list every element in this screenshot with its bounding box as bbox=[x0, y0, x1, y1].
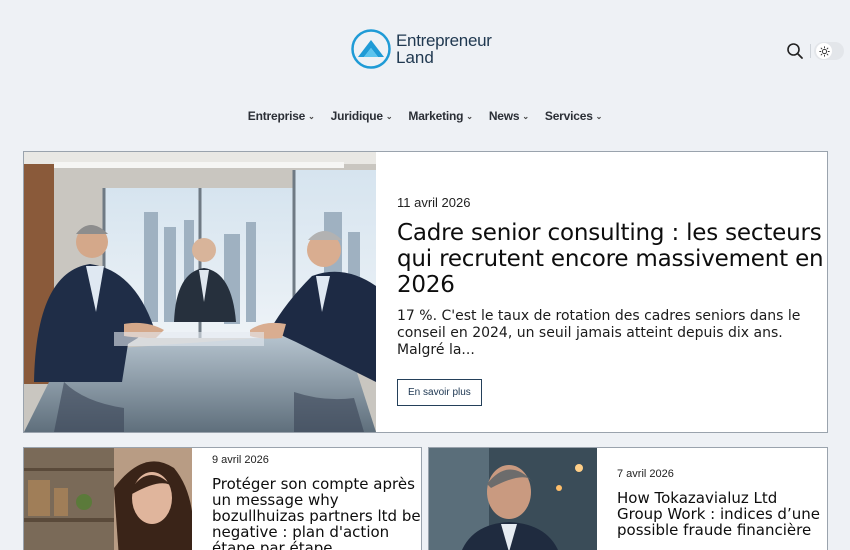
nav-label: Marketing bbox=[408, 109, 464, 123]
header-divider bbox=[810, 44, 811, 58]
brand-name-line1: Entrepreneur bbox=[396, 31, 492, 50]
chevron-down-icon: ⌄ bbox=[385, 111, 393, 121]
nav-label: Juridique bbox=[330, 109, 383, 123]
nav-item-news[interactable]: News ⌄ bbox=[489, 109, 529, 123]
nav-item-marketing[interactable]: Marketing ⌄ bbox=[408, 109, 473, 123]
sun-icon bbox=[818, 45, 830, 57]
meeting-photo bbox=[24, 152, 376, 432]
chevron-down-icon: ⌄ bbox=[308, 111, 315, 121]
nav-label: Services bbox=[544, 109, 593, 123]
brand-name-line2: Land bbox=[396, 48, 434, 67]
article-title[interactable]: How Tokazavialuz Ltd Group Work : indice… bbox=[617, 490, 827, 538]
search-icon[interactable] bbox=[786, 42, 804, 60]
nav-item-juridique[interactable]: Juridique ⌄ bbox=[331, 109, 393, 123]
article-card: 7 avril 2026 How Tokazavialuz Ltd Group … bbox=[428, 447, 828, 550]
featured-article: 11 avril 2026 Cadre senior consulting : … bbox=[23, 151, 828, 433]
nav-label: News bbox=[488, 109, 520, 123]
article-date: 11 avril 2026 bbox=[397, 195, 471, 210]
article-excerpt: 17 %. C'est le taux de rotation des cadr… bbox=[397, 308, 801, 358]
logo-mark-icon bbox=[351, 29, 391, 69]
nav-item-entreprise[interactable]: Entreprise ⌄ bbox=[248, 109, 315, 123]
article-date: 9 avril 2026 bbox=[212, 454, 269, 466]
chevron-down-icon: ⌄ bbox=[466, 111, 473, 121]
chevron-down-icon: ⌄ bbox=[595, 111, 603, 121]
article-card-image[interactable] bbox=[24, 448, 192, 550]
article-title[interactable]: Cadre senior consulting : les secteurs q… bbox=[397, 220, 826, 298]
read-more-button[interactable]: En savoir plus bbox=[397, 379, 482, 406]
man-laptop-photo bbox=[429, 448, 597, 550]
article-card-image[interactable] bbox=[429, 448, 597, 550]
site-logo[interactable]: Entrepreneur Land bbox=[351, 29, 492, 69]
article-date: 7 avril 2026 bbox=[617, 468, 674, 480]
theme-toggle[interactable] bbox=[814, 42, 844, 60]
chevron-down-icon: ⌄ bbox=[522, 111, 529, 121]
article-title[interactable]: Protéger son compte après un message why… bbox=[212, 476, 421, 550]
featured-image[interactable] bbox=[24, 152, 376, 432]
woman-phone-photo bbox=[24, 448, 192, 550]
nav-label: Entreprise bbox=[247, 109, 306, 123]
nav-item-services[interactable]: Services ⌄ bbox=[545, 109, 602, 123]
main-nav: Entreprise ⌄ Juridique ⌄ Marketing ⌄ News ⌄ … bbox=[0, 109, 850, 123]
article-card: 9 avril 2026 Protéger son compte après u… bbox=[23, 447, 422, 550]
